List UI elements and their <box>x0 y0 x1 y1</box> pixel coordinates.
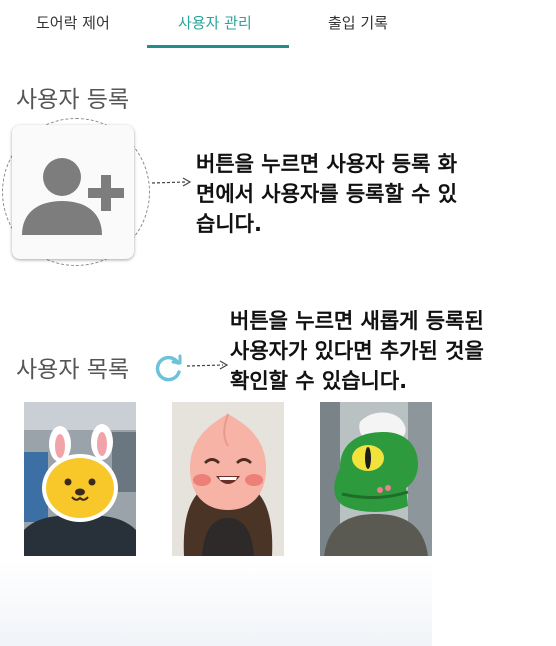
tab-bar: 도어락 제어 사용자 관리 출입 기록 <box>0 0 432 48</box>
register-annotation-arrow <box>151 177 192 187</box>
refresh-button[interactable] <box>154 353 184 383</box>
yellow-bunny-face-icon <box>24 402 136 556</box>
register-section-title: 사용자 등록 <box>16 87 130 113</box>
list-annotation-line-2: 사용자가 있다면 추가된 것을 <box>230 339 484 363</box>
register-annotation-line-3: 습니다. <box>196 212 262 236</box>
register-annotation-line-1: 버튼을 누르면 사용자 등록 화 <box>196 152 458 176</box>
list-annotation-arrow <box>186 360 229 370</box>
user-photo-2[interactable] <box>172 402 284 556</box>
user-photo-3[interactable] <box>320 402 432 556</box>
tab-user-management[interactable]: 사용자 관리 <box>178 12 252 33</box>
add-user-icon <box>22 158 124 235</box>
list-annotation: 버튼을 누르면 새롭게 등록된 사용자가 있다면 추가된 것을 확인할 수 있습… <box>230 306 484 396</box>
tab-access-log[interactable]: 출입 기록 <box>328 12 388 33</box>
bottom-fade <box>0 560 432 646</box>
register-annotation: 버튼을 누르면 사용자 등록 화 면에서 사용자를 등록할 수 있 습니다. <box>196 149 457 239</box>
green-dinosaur-face-icon <box>320 402 432 556</box>
user-photo-1[interactable] <box>24 402 136 556</box>
list-annotation-line-3: 확인할 수 있습니다. <box>230 369 408 393</box>
register-annotation-line-2: 면에서 사용자를 등록할 수 있 <box>196 182 458 206</box>
user-list-title: 사용자 목록 <box>16 357 130 383</box>
active-tab-indicator <box>147 45 289 48</box>
add-user-button[interactable] <box>12 125 134 259</box>
list-annotation-line-1: 버튼을 누르면 새롭게 등록된 <box>230 309 484 333</box>
tab-door-lock-control[interactable]: 도어락 제어 <box>36 12 110 33</box>
refresh-icon <box>155 354 182 382</box>
peach-face-icon <box>172 402 284 556</box>
